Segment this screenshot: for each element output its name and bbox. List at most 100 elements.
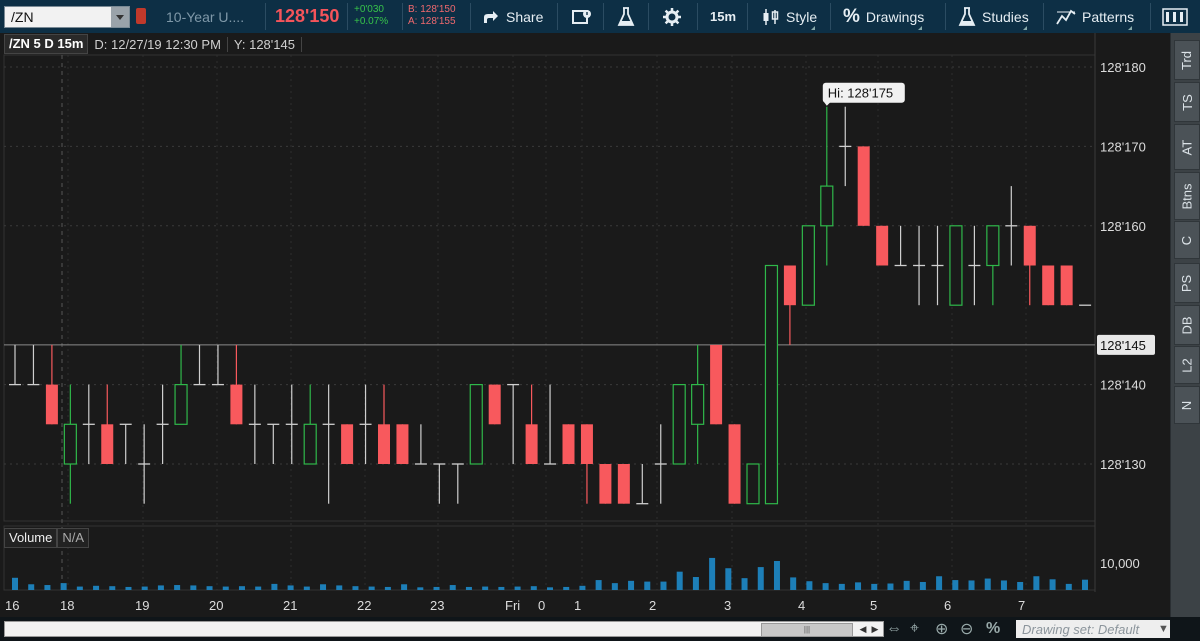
volume-bar [676,571,683,590]
chart-info-bar: /ZN 5 D 15m D: 12/27/19 12:30 PM Y: 128'… [4,34,302,54]
sidebar-tab-l2[interactable]: L2 [1174,346,1200,384]
percent-change: +0.07% [354,16,389,27]
sidebar-tab-label: N [1179,400,1195,410]
candle-body-down [783,265,796,306]
zoom-out-icon[interactable]: ⊖ [960,618,973,640]
volume-value: N/A [57,528,90,548]
percent-icon: % [843,5,860,27]
sidebar-tab-btns[interactable]: Btns [1174,172,1200,220]
link-color-tag[interactable] [136,8,146,24]
sidebar-tab-label: L2 [1179,357,1195,373]
scroll-left-icon[interactable]: ◀ [857,623,869,635]
chart-background [0,33,1170,633]
drawing-set-label[interactable]: Drawing set: Default [1022,618,1139,640]
price-tick-label: 128'180 [1100,60,1146,75]
candle-body-down [876,225,889,266]
candle-body-up [949,225,963,306]
time-tick-label: 20 [209,598,223,613]
sidebar-tab-label: Trd [1179,50,1195,70]
candle-body-down [580,424,593,464]
volume-bar [1033,576,1040,590]
pan-icon[interactable]: ⇔ [886,618,902,640]
volume-bar [368,586,375,590]
bid-price: B: 128'150 [408,4,456,15]
volume-bar [725,568,732,590]
symbol-selector[interactable]: /ZN [4,6,130,28]
timeframe-label: 15m [710,9,737,24]
volume-bar [206,586,213,590]
time-tick-label: 16 [5,598,19,613]
chart-message-button[interactable] [572,0,592,33]
cursor-y: Y: 128'145 [228,36,302,52]
zoom-in-icon[interactable]: ⊕ [935,618,948,640]
volume-bar [271,583,278,590]
sidebar-tab-at[interactable]: AT [1174,124,1200,170]
volume-bar [936,576,943,590]
sidebar-tab-db[interactable]: DB [1174,305,1200,345]
sidebar-tab-label: PS [1179,274,1195,292]
volume-bar [968,580,975,590]
time-tick-label: Fri [505,598,520,613]
divider [830,3,831,30]
volume-bar [952,580,959,590]
volume-bar [530,586,537,590]
candle-body-down [728,424,741,504]
symbol-period[interactable]: /ZN 5 D 15m [4,34,89,54]
chevron-down-icon[interactable]: ▼ [1158,618,1169,640]
share-button[interactable]: Share [482,0,543,33]
chart-settings-button[interactable] [1162,0,1188,33]
candle-body-up [746,463,760,505]
share-icon [484,10,498,23]
volume-bar [514,586,521,590]
divider [470,3,471,30]
sidebar-tab-label: C [1179,235,1195,245]
volume-bar [109,586,116,590]
timeframe-button[interactable]: 15m [710,0,736,33]
candle-body-down [45,384,58,425]
studies-button[interactable]: Studies [958,0,1029,33]
sidebar-tab-ts[interactable]: TS [1174,82,1200,122]
menu-corner-icon [1128,26,1133,30]
patterns-button[interactable]: Patterns [1056,0,1134,33]
volume-bar [12,577,18,590]
sidebar-tab-label: TS [1179,93,1195,111]
volume-bar [93,585,100,590]
price-chart[interactable]: 128'180128'170128'160128'140128'13016 18 1… [0,33,1170,633]
cursor-date: D: 12/27/19 12:30 PM [88,36,228,52]
candles-icon [763,8,779,25]
price-tick-label: 128'170 [1100,139,1146,154]
volume-bar [303,586,310,590]
experiment-button[interactable] [617,0,635,33]
sidebar-tab-n[interactable]: N [1174,386,1200,424]
sidebar-tab-ps[interactable]: PS [1174,263,1200,303]
divider [402,3,403,30]
volume-bar [320,584,327,590]
menu-corner-icon [918,26,923,30]
time-tick-label: 3 [724,598,731,613]
horizontal-scrollbar[interactable]: ||| ◀ ▶ [4,621,884,637]
sidebar-tab-trd[interactable]: Trd [1174,40,1200,80]
candle-body-down [525,424,538,464]
volume-bar [157,585,164,590]
chevron-down-icon[interactable] [111,7,129,27]
scrollbar-thumb[interactable]: ||| [761,623,853,637]
volume-bar [352,586,359,590]
style-button[interactable]: Style [762,0,817,33]
settings-button[interactable] [663,0,681,33]
candle-body-down [341,424,354,464]
last-price: 128'150 [275,6,340,26]
volume-bar [1065,583,1072,590]
candle-body-up [174,384,188,425]
volume-bar [401,584,408,590]
percent-icon[interactable]: % [986,618,1000,640]
volume-title[interactable]: Volume [4,528,58,548]
time-tick-label: 1 [574,598,581,613]
scroll-right-icon[interactable]: ▶ [869,623,881,635]
drawings-button[interactable]: % Drawings [843,0,924,33]
divider [648,3,649,30]
volume-bar [125,586,132,590]
sidebar-tab-c[interactable]: C [1174,221,1200,259]
crosshair-icon[interactable]: ⌖ [910,618,919,640]
candle-body-down [599,464,612,504]
studies-label: Studies [982,8,1029,25]
